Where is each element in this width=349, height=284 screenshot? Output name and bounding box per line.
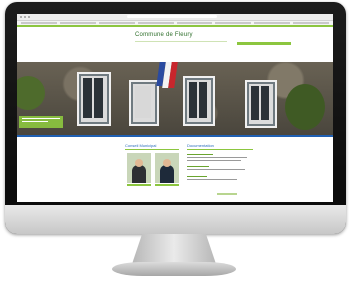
photo-caption [155,184,179,186]
pagination[interactable] [217,193,237,195]
nav-item[interactable] [59,22,96,24]
title-underline [135,41,227,42]
doc-text [187,179,237,180]
council-photo[interactable] [127,153,151,183]
nav-item[interactable] [21,22,57,24]
browser-toolbar [17,14,333,21]
tree-foliage [285,84,325,130]
browser-maximize-icon[interactable] [28,16,30,18]
doc-heading[interactable] [187,166,209,167]
doc-text [187,157,247,158]
photo-caption [127,184,151,186]
nav-item[interactable] [176,22,213,24]
nav-item[interactable] [293,22,329,24]
building-window [77,72,111,126]
building-window [183,76,215,126]
site-title[interactable]: Commune de Fleury [135,32,193,38]
nav-item[interactable] [215,22,252,24]
browser-minimize-icon[interactable] [24,16,26,18]
hero-image [17,62,333,135]
left-column-title[interactable]: Conseil Municipal [125,143,156,148]
address-bar[interactable] [127,15,217,18]
hero-caption-box[interactable] [19,116,63,128]
building-door [129,80,159,126]
right-title-rule [187,149,253,150]
nav-item[interactable] [98,22,135,24]
doc-text [187,169,245,170]
doc-text [187,160,241,161]
nav-item[interactable] [137,22,174,24]
header-link-bar[interactable] [237,42,291,45]
browser-close-icon[interactable] [20,16,22,18]
doc-heading[interactable] [187,154,213,155]
monitor-chin [5,205,346,234]
main-content: Conseil Municipal Documentation [17,137,333,202]
right-column-title[interactable]: Documentation [187,143,214,148]
site-header: Commune de Fleury [17,27,333,49]
doc-heading[interactable] [187,176,207,177]
building-window [245,80,277,128]
monitor-stand [132,234,216,264]
council-photo[interactable] [155,153,179,183]
left-title-rule [125,149,179,150]
monitor-foot [112,262,236,276]
nav-item[interactable] [254,22,291,24]
